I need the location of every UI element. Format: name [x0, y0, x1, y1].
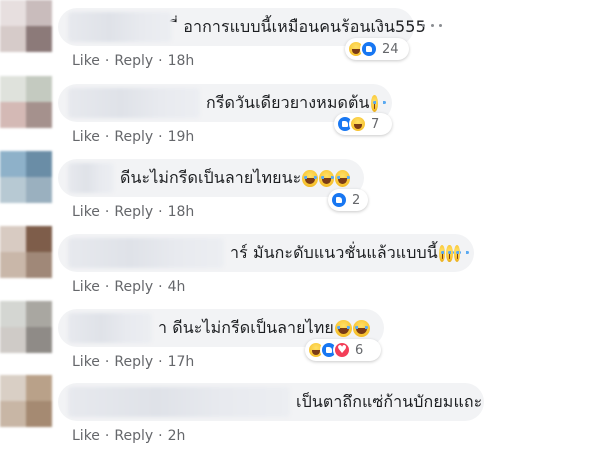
laughing-emoji-icon	[352, 319, 370, 337]
avatar[interactable]	[0, 76, 52, 128]
comment-text: ดีนะไม่กรีดเป็นลายไทยนะ	[120, 167, 302, 187]
like-link[interactable]: Like	[72, 354, 100, 370]
comment-item: เป็นตาถึกแซ่ก้านบักยมแถะ Like · Reply · 2h	[0, 375, 596, 449]
laughing-emoji-icon	[453, 244, 470, 262]
redacted-name	[68, 238, 224, 268]
reply-link[interactable]: Reply	[114, 204, 153, 220]
comment-bubble: เป็นตาถึกแซ่ก้านบักยมแถะ	[58, 383, 484, 421]
timestamp[interactable]: 4h	[168, 279, 186, 295]
reaction-count: 2	[352, 192, 361, 208]
laughing-emoji-icon	[318, 169, 334, 187]
laughing-emoji-icon	[334, 169, 350, 187]
comment-actions: Like · Reply · 4h	[72, 279, 185, 295]
reaction-count: 6	[355, 342, 364, 358]
comment-actions: Like · Reply · 19h	[72, 129, 194, 145]
reply-link[interactable]: Reply	[114, 428, 153, 444]
comment-actions: Like · Reply · 17h	[72, 354, 194, 370]
comment-item: า ดีนะไม่กรีดเป็นลายไทย 6 Like·Reply·17h	[0, 301, 596, 375]
comment-item: ี่ อาการแบบนี้เหมือนคนร้อนเงิน555 24 Lik…	[0, 0, 596, 74]
separator-dot: ·	[158, 129, 163, 145]
like-reaction-icon	[330, 191, 348, 209]
redacted-name	[68, 313, 152, 343]
comment-bubble: าร์ มันกะดับแนวชั่นแล้วแบบนี้	[58, 234, 474, 272]
timestamp[interactable]: 18h	[168, 53, 195, 69]
timestamp[interactable]: 17h	[168, 354, 195, 370]
separator-dot: ·	[104, 354, 110, 370]
like-link[interactable]: Like	[72, 428, 100, 444]
haha-reaction-icon	[349, 115, 367, 133]
comment-bubble: ดีนะไม่กรีดเป็นลายไทยนะ	[58, 159, 364, 197]
separator-dot: ·	[104, 428, 110, 444]
reply-link[interactable]: Reply	[114, 129, 153, 145]
like-link[interactable]: Like	[72, 129, 100, 145]
avatar[interactable]	[0, 151, 52, 203]
redacted-name	[68, 88, 200, 118]
separator-dot: ·	[104, 204, 110, 220]
laughing-emoji-icon	[438, 244, 455, 262]
timestamp[interactable]: 18h	[168, 204, 195, 220]
reply-link[interactable]: Reply	[114, 279, 153, 295]
laughing-emoji-icon	[446, 244, 463, 262]
like-link[interactable]: Like	[72, 53, 100, 69]
comment-thread: ี่ อาการแบบนี้เหมือนคนร้อนเงิน555 24 Lik…	[0, 0, 596, 455]
like-link[interactable]: Like	[72, 279, 100, 295]
reaction-count: 7	[371, 116, 380, 132]
separator-dot: ·	[104, 279, 110, 295]
avatar[interactable]	[0, 226, 52, 278]
comment-text: าร์ มันกะดับแนวชั่นแล้วแบบนี้	[230, 242, 438, 262]
comment-text: ี่ อาการแบบนี้เหมือนคนร้อนเงิน555	[178, 16, 426, 36]
more-options-icon[interactable]	[422, 18, 442, 32]
avatar[interactable]	[0, 0, 52, 52]
avatar[interactable]	[0, 375, 52, 427]
separator-dot: ·	[158, 53, 163, 69]
comment-item: าร์ มันกะดับแนวชั่นแล้วแบบนี้ Like · Reply…	[0, 226, 596, 300]
redacted-name	[68, 12, 172, 42]
redacted-name	[68, 163, 114, 193]
comment-text: า ดีนะไม่กรีดเป็นลายไทย	[158, 317, 334, 337]
laughing-emoji-icon	[370, 94, 385, 112]
comment-actions: Like · Reply · 18h	[72, 204, 194, 220]
comment-actions: Like · Reply · 2h	[72, 428, 185, 444]
timestamp[interactable]: 19h	[168, 129, 195, 145]
comment-text: เป็นตาถึกแซ่ก้านบักยมแถะ	[296, 391, 483, 411]
like-reaction-icon	[360, 40, 378, 58]
laughing-emoji-icon	[302, 169, 318, 187]
comment-text: กรีดวันเดียวยางหมดต้น	[206, 92, 370, 112]
comment-item: ดีนะไม่กรีดเป็นลายไทยนะ 2 Like · Reply · 18h	[0, 151, 596, 225]
reaction-summary[interactable]: 7	[334, 113, 392, 135]
separator-dot: ·	[158, 279, 163, 295]
redacted-name	[68, 387, 290, 417]
reaction-count: 24	[382, 41, 399, 57]
reaction-summary[interactable]: 24	[345, 38, 409, 60]
comment-item: กรีดวันเดียวยางหมดต้น 7 Like · Reply · 19h	[0, 76, 596, 150]
laughing-emoji-icon	[334, 319, 352, 337]
reply-link[interactable]: Reply	[114, 354, 153, 370]
separator-dot: ·	[158, 354, 163, 370]
timestamp[interactable]: 2h	[168, 428, 186, 444]
reaction-summary[interactable]: 2	[328, 189, 368, 211]
comment-actions: Like · Reply · 18h	[72, 53, 194, 69]
like-link[interactable]: Like	[72, 204, 100, 220]
love-reaction-icon	[333, 341, 351, 359]
separator-dot: ·	[104, 53, 110, 69]
separator-dot: ·	[158, 204, 163, 220]
reaction-summary[interactable]: 6	[305, 339, 381, 361]
separator-dot: ·	[158, 428, 163, 444]
separator-dot: ·	[104, 129, 110, 145]
reply-link[interactable]: Reply	[114, 53, 153, 69]
avatar[interactable]	[0, 301, 52, 353]
